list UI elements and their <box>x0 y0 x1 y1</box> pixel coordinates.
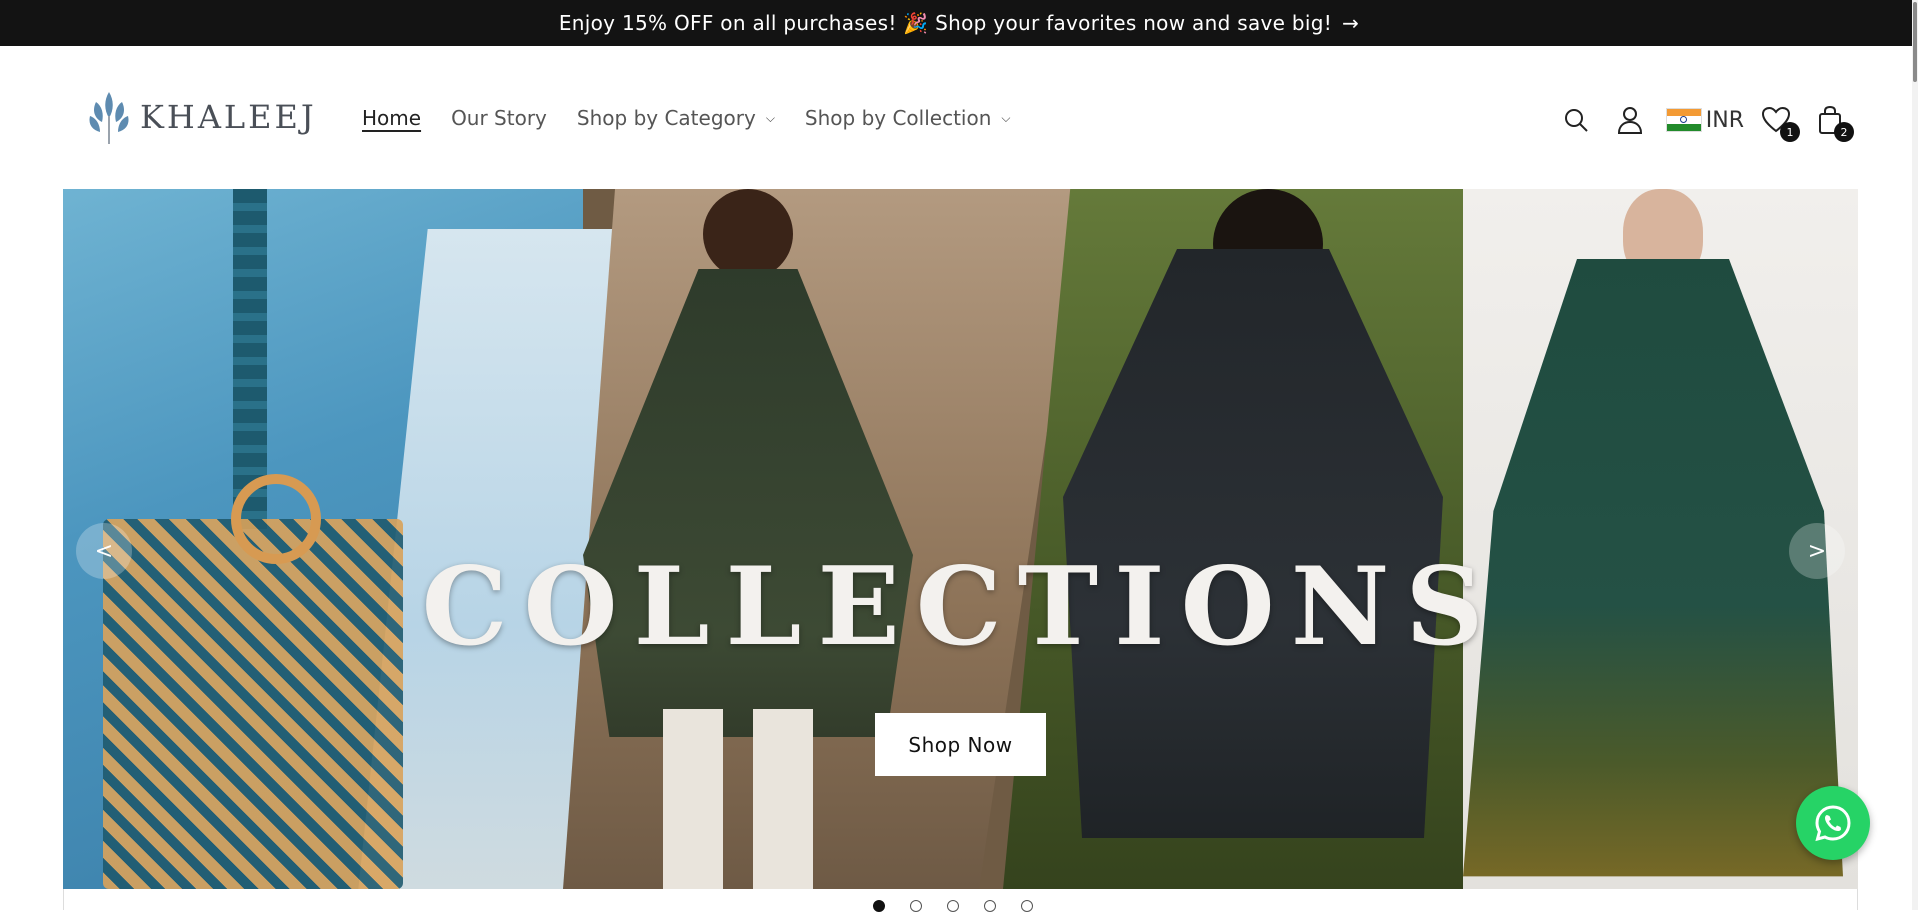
carousel-dot-4[interactable] <box>984 900 996 912</box>
announcement-bar[interactable]: Enjoy 15% OFF on all purchases! 🎉 Shop y… <box>0 0 1918 46</box>
wishlist-count-badge: 1 <box>1780 122 1800 142</box>
carousel-dot-3[interactable] <box>947 900 959 912</box>
shop-now-button[interactable]: Shop Now <box>875 713 1046 776</box>
nav-our-story[interactable]: Our Story <box>451 106 547 130</box>
wishlist-button[interactable]: 1 <box>1754 98 1800 142</box>
logo-leaf-icon <box>89 92 129 144</box>
currency-selector[interactable]: INR <box>1665 107 1744 133</box>
carousel-prev-button[interactable]: < <box>76 523 132 579</box>
cart-button[interactable]: 2 <box>1808 98 1854 142</box>
hero-carousel: COLLECTIONS Shop Now < > <box>63 189 1858 889</box>
nav-home-label: Home <box>362 106 422 130</box>
account-icon <box>1617 107 1642 134</box>
carousel-dot-5[interactable] <box>1021 900 1033 912</box>
nav-home[interactable]: Home <box>362 106 421 130</box>
carousel-dot-2[interactable] <box>910 900 922 912</box>
carousel-next-button[interactable]: > <box>1789 523 1845 579</box>
arrow-right-icon: → <box>1342 11 1360 35</box>
search-icon <box>1564 109 1588 132</box>
nav-shop-by-collection[interactable]: Shop by Collection ⌵ <box>805 106 1011 130</box>
hero-title: COLLECTIONS <box>421 544 1500 670</box>
announcement-text: Enjoy 15% OFF on all purchases! 🎉 Shop y… <box>558 11 1333 35</box>
currency-label: INR <box>1705 107 1744 133</box>
cart-count-badge: 2 <box>1834 122 1854 142</box>
main-nav: Home Our Story Shop by Category ⌵ Shop by… <box>362 106 1041 130</box>
hero-image-detail <box>703 189 793 279</box>
carousel-dots <box>873 900 1058 912</box>
carousel-dot-1[interactable] <box>873 900 885 912</box>
hero-image-detail <box>663 709 813 889</box>
whatsapp-icon <box>1815 805 1851 842</box>
nav-our-story-label: Our Story <box>451 106 547 130</box>
search-button[interactable] <box>1554 98 1598 142</box>
chevron-down-icon: ⌵ <box>1001 110 1011 125</box>
whatsapp-button[interactable] <box>1796 786 1870 860</box>
logo-text: KHALEEJ <box>140 98 317 136</box>
header-icons: INR 1 2 <box>1544 98 1854 142</box>
nav-shop-by-category[interactable]: Shop by Category ⌵ <box>577 106 775 130</box>
scrollbar[interactable] <box>1912 0 1918 910</box>
nav-shop-by-category-label: Shop by Category <box>576 106 756 130</box>
logo[interactable]: KHALEEJ <box>84 88 317 146</box>
chevron-down-icon: ⌵ <box>765 110 775 125</box>
site-header: KHALEEJ Home Our Story Shop by Category ⌵… <box>0 46 1912 188</box>
scrollbar-thumb[interactable] <box>1913 2 1917 82</box>
nav-shop-by-collection-label: Shop by Collection <box>804 106 992 130</box>
account-button[interactable] <box>1608 98 1652 142</box>
india-flag-icon <box>1665 108 1702 132</box>
